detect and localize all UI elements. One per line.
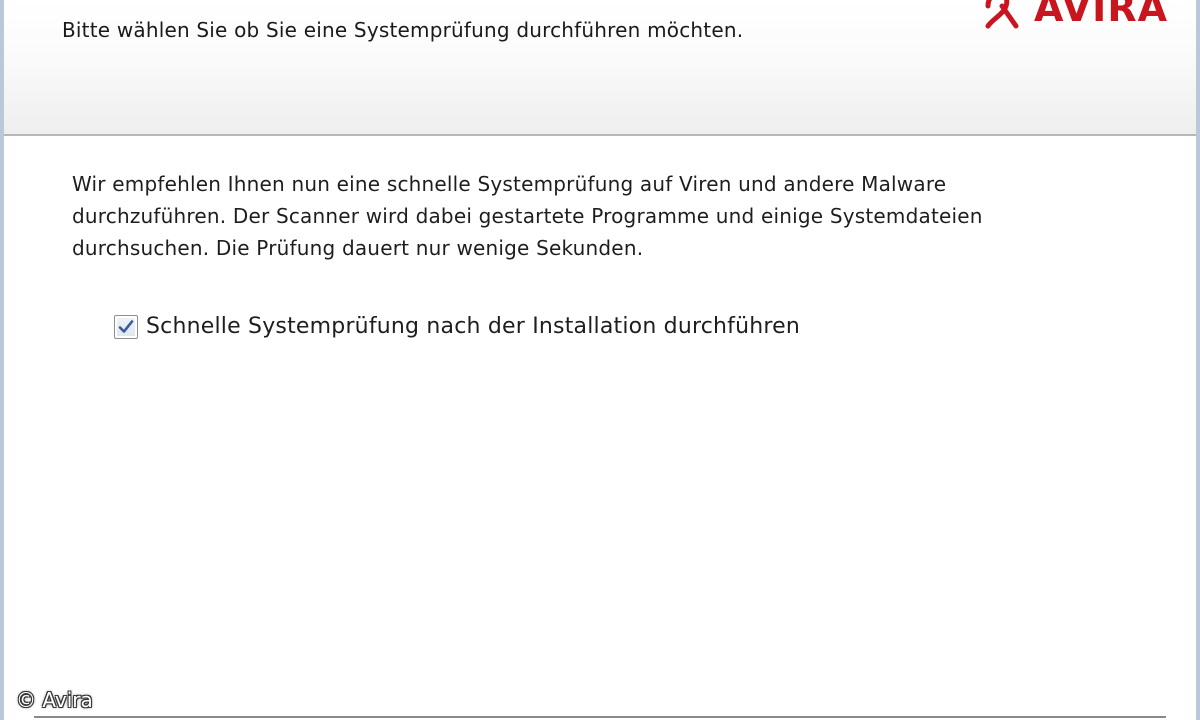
header-instruction: Bitte wählen Sie ob Sie eine Systemprüfu… <box>62 18 744 42</box>
description-line: Wir empfehlen Ihnen nun eine schnelle Sy… <box>72 172 947 196</box>
wizard-header: Bitte wählen Sie ob Sie eine Systemprüfu… <box>4 0 1196 136</box>
avira-logo-text: AVIRA <box>1033 0 1168 30</box>
description-line: durchzuführen. Der Scanner wird dabei ge… <box>72 204 983 228</box>
copyright-watermark: © Avira <box>16 688 93 712</box>
footer-divider <box>34 716 1166 718</box>
checkmark-icon <box>118 319 134 333</box>
quick-scan-checkbox[interactable] <box>114 314 138 339</box>
description-line: durchsuchen. Die Prüfung dauert nur weni… <box>72 236 644 260</box>
quick-scan-label[interactable]: Schnelle Systemprüfung nach der Installa… <box>146 314 800 339</box>
avira-umbrella-icon <box>985 0 1019 29</box>
description: Wir empfehlen Ihnen nun eine schnelle Sy… <box>72 168 1132 264</box>
installer-window: Bitte wählen Sie ob Sie eine Systemprüfu… <box>0 0 1200 720</box>
avira-logo: AVIRA <box>982 0 1168 30</box>
quick-scan-option[interactable]: Schnelle Systemprüfung nach der Installa… <box>114 314 800 339</box>
